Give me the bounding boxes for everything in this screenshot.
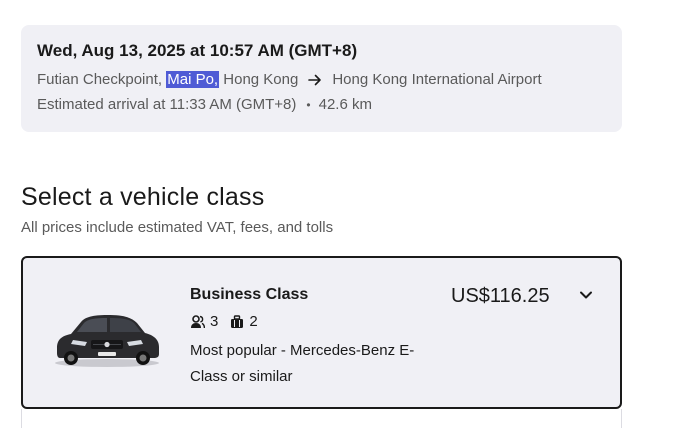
car-image	[55, 315, 159, 367]
route-origin-prefix: Futian Checkpoint,	[37, 71, 167, 88]
vehicle-price: US$116.25	[451, 285, 550, 307]
chevron-down-icon[interactable]	[578, 287, 594, 303]
trip-datetime: Wed, Aug 13, 2025 at 10:57 AM (GMT+8)	[37, 41, 358, 60]
briefcase-icon	[231, 314, 244, 328]
trip-distance: 42.6 km	[318, 96, 372, 113]
route-destination: Hong Kong International Airport	[332, 71, 542, 88]
trip-summary-card: Wed, Aug 13, 2025 at 10:57 AM (GMT+8) Fu…	[21, 25, 622, 132]
page-subtitle: All prices include estimated VAT, fees, …	[21, 219, 334, 236]
page-title: Select a vehicle class	[21, 183, 265, 211]
route-row: Futian Checkpoint, Mai Po, Hong Kong Hon…	[37, 71, 542, 88]
route-origin-selected-text: Mai Po,	[166, 71, 220, 88]
trip-meta-row: Estimated arrival at 11:33 AM (GMT+8) • …	[37, 96, 372, 113]
passenger-capacity: 3	[190, 313, 218, 330]
capacity-row: 3 2	[190, 313, 270, 330]
route-origin-suffix: Hong Kong	[219, 71, 299, 88]
next-vehicle-option[interactable]	[21, 409, 622, 428]
luggage-count: 2	[249, 313, 258, 330]
arrow-right-icon	[308, 74, 322, 85]
person-icon	[191, 314, 205, 328]
page: Wed, Aug 13, 2025 at 10:57 AM (GMT+8) Fu…	[0, 0, 690, 428]
vehicle-option-business-class[interactable]: Business Class 3 2 Most popular - Merced…	[21, 256, 622, 409]
meta-separator: •	[306, 97, 311, 112]
estimated-arrival: Estimated arrival at 11:33 AM (GMT+8)	[37, 96, 297, 113]
passenger-count: 3	[210, 313, 219, 330]
luggage-capacity: 2	[230, 313, 258, 330]
route-origin: Futian Checkpoint, Mai Po, Hong Kong	[37, 71, 298, 88]
vehicle-description: Most popular - Mercedes-Benz E-Class or …	[190, 342, 415, 385]
vehicle-class-name: Business Class	[190, 286, 309, 303]
